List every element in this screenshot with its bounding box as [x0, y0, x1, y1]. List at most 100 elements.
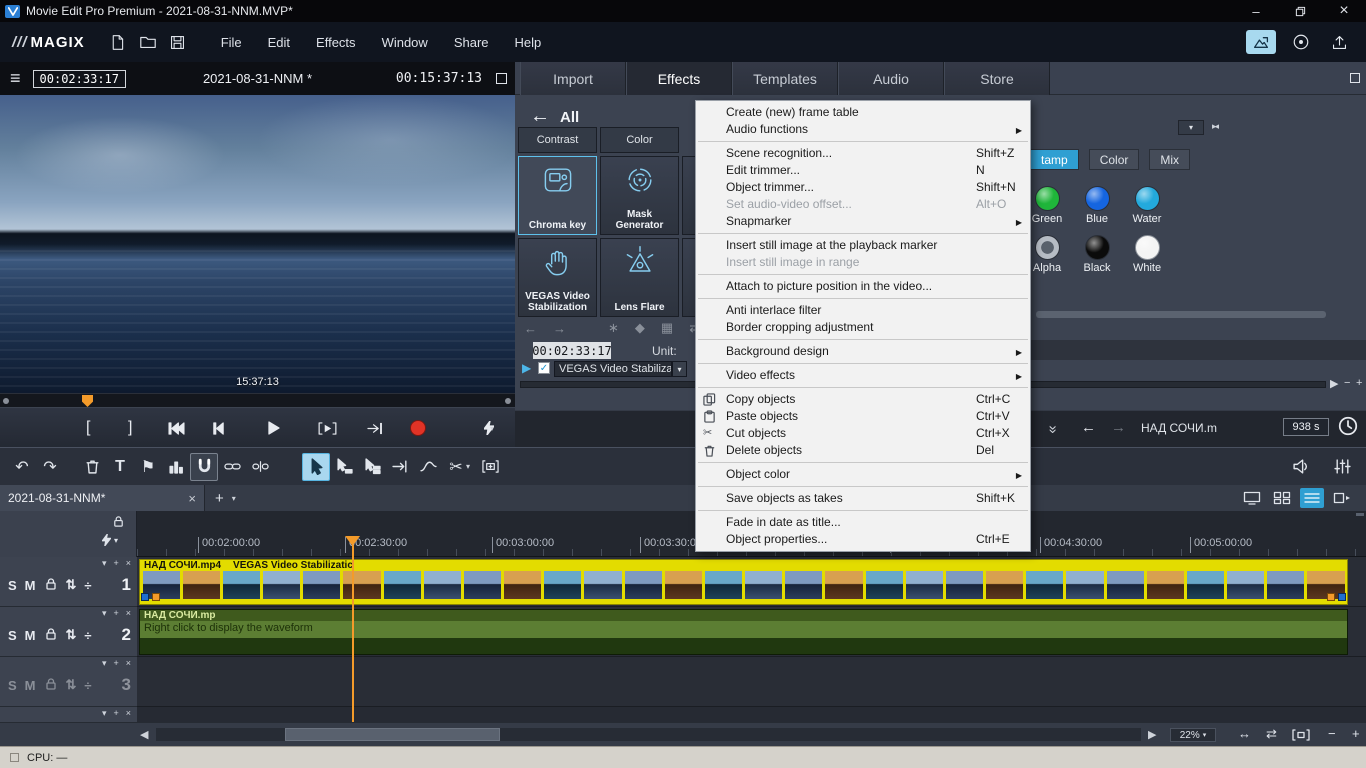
lock-icon[interactable]: [44, 627, 58, 644]
track-add-button[interactable]: +: [113, 708, 118, 719]
menu-item-snapmarker[interactable]: Snapmarker▶: [696, 213, 1030, 230]
menu-item-save-objects-as-takes[interactable]: Save objects as takesShift+K: [696, 490, 1030, 507]
double-chevron-down-icon[interactable]: «: [1044, 425, 1061, 433]
snap-button[interactable]: [190, 453, 218, 481]
category-color[interactable]: Color: [600, 127, 679, 153]
menu-item-paste-objects[interactable]: Paste objectsCtrl+V: [696, 408, 1030, 425]
redo-button[interactable]: ↷: [36, 453, 64, 481]
record-center-button[interactable]: [1288, 30, 1314, 54]
track-collapse-button[interactable]: ▾: [102, 708, 107, 719]
menu-item-cut-objects[interactable]: ✂Cut objectsCtrl+X: [696, 425, 1030, 442]
solo-button[interactable]: S: [8, 678, 17, 693]
fx-next-icon[interactable]: →: [553, 321, 566, 336]
new-project-tab-button[interactable]: +: [215, 490, 224, 507]
swatch-blue[interactable]: Blue: [1072, 186, 1122, 235]
menu-item-scene-recognition[interactable]: Scene recognition...Shift+Z: [696, 145, 1030, 162]
mouse-mode-single-button[interactable]: [330, 453, 358, 481]
scroll-left-button[interactable]: ◀: [140, 728, 148, 741]
play-button[interactable]: [266, 408, 280, 448]
menu-item-object-trimmer[interactable]: Object trimmer...Shift+N: [696, 179, 1030, 196]
zoom-horizontal-icon[interactable]: ↔: [1238, 726, 1251, 741]
apply-effect-icon[interactable]: ▶: [522, 361, 531, 375]
split-dropdown-icon[interactable]: ▾: [466, 462, 470, 471]
close-button[interactable]: ×: [1322, 0, 1366, 22]
track-add-button[interactable]: +: [113, 608, 118, 619]
save-project-icon[interactable]: [163, 29, 193, 55]
track-close-button[interactable]: ×: [126, 708, 131, 719]
clip-handle-right[interactable]: [1338, 593, 1346, 601]
scrub-position-marker[interactable]: [82, 395, 93, 407]
group-button[interactable]: [218, 453, 246, 481]
zoom-fit-icon[interactable]: [1292, 729, 1310, 744]
track-height-button[interactable]: ⇅: [66, 677, 77, 693]
undo-button[interactable]: ↶: [8, 453, 36, 481]
scrollbar-thumb[interactable]: [285, 728, 500, 741]
export-share-button[interactable]: [1246, 30, 1276, 54]
clip-handle-right-2[interactable]: [1327, 593, 1335, 601]
audio-meter-button[interactable]: [162, 453, 190, 481]
title-editor-button[interactable]: T: [106, 453, 134, 481]
effects-timecode[interactable]: 00:02:33:17: [533, 342, 611, 359]
audio-volume-button[interactable]: [1286, 453, 1314, 481]
mark-out-button[interactable]: ]: [128, 408, 132, 448]
scroll-right-button[interactable]: ▶: [1148, 728, 1156, 741]
menu-item-copy-objects[interactable]: Copy objectsCtrl+C: [696, 391, 1030, 408]
pool-zoom-in-icon[interactable]: +: [1356, 377, 1362, 389]
menu-help[interactable]: Help: [515, 35, 542, 50]
track-close-button[interactable]: ×: [126, 658, 131, 669]
track-collapse-button[interactable]: ▾: [102, 658, 107, 669]
menu-item-object-properties[interactable]: Object properties...Ctrl+E: [696, 531, 1030, 548]
track-close-button[interactable]: ×: [126, 608, 131, 619]
track-height-button[interactable]: ⇅: [66, 577, 77, 593]
jump-start-button[interactable]: [168, 408, 185, 448]
tab-audio[interactable]: Audio: [838, 62, 944, 95]
menu-item-create-new-frame-table[interactable]: Create (new) frame table: [696, 104, 1030, 121]
track-add-button[interactable]: +: [113, 658, 118, 669]
mouse-mode-stretch-button[interactable]: [386, 453, 414, 481]
record-button[interactable]: [410, 408, 426, 448]
zoom-level-chip[interactable]: 22%▾: [1170, 728, 1216, 742]
swatch-white[interactable]: White: [1122, 235, 1172, 284]
preview-scrub-bar[interactable]: [0, 393, 515, 407]
menu-item-fade-in-date-as-title[interactable]: Fade in date as title...: [696, 514, 1030, 531]
mark-in-button[interactable]: [: [86, 408, 90, 448]
menu-share[interactable]: Share: [454, 35, 489, 50]
menu-item-delete-objects[interactable]: Delete objectsDel: [696, 442, 1030, 459]
timeline-vscroll-thumb[interactable]: [1356, 513, 1364, 516]
track-add-button[interactable]: +: [113, 558, 118, 569]
menu-item-attach-to-picture-position-in-the-video[interactable]: Attach to picture position in the video.…: [696, 278, 1030, 295]
view-timeline-icon[interactable]: [1300, 488, 1324, 508]
collapse-panel-icon[interactable]: ▸◂: [1212, 121, 1217, 132]
track-collapse-button[interactable]: ▾: [102, 558, 107, 569]
right-panel-dropdown[interactable]: ▾: [1178, 120, 1204, 135]
tab-templates[interactable]: Templates: [732, 62, 838, 95]
panel-menu-icon[interactable]: [1350, 73, 1360, 83]
fx-star-icon[interactable]: ∗: [608, 320, 619, 336]
zoom-out-button[interactable]: −: [1328, 726, 1336, 741]
menu-file[interactable]: File: [221, 35, 242, 50]
project-tab-list-icon[interactable]: ▾: [232, 494, 236, 503]
hamburger-icon[interactable]: ≡: [10, 68, 21, 89]
quick-action-bolt-button[interactable]: ▾: [484, 408, 494, 448]
zoom-swap-icon[interactable]: ⇄: [1266, 726, 1277, 742]
mute-button[interactable]: M: [25, 678, 36, 693]
minimize-button[interactable]: –: [1234, 0, 1278, 22]
tab-store[interactable]: Store: [944, 62, 1050, 95]
insert-mode-button[interactable]: [476, 453, 504, 481]
previous-frame-button[interactable]: [212, 408, 225, 448]
track-height-button[interactable]: ⇅: [66, 627, 77, 643]
solo-button[interactable]: S: [8, 628, 17, 643]
upload-button[interactable]: [1326, 30, 1352, 54]
view-monitor-icon[interactable]: [1240, 488, 1264, 508]
swatch-black[interactable]: Black: [1072, 235, 1122, 284]
clip-handle-left[interactable]: [141, 593, 149, 601]
video-clip[interactable]: НАД СОЧИ.mp4 VEGAS Video Stabilizatic: [139, 559, 1348, 605]
track-curve-button[interactable]: ÷: [84, 628, 91, 643]
chapter-marker-button[interactable]: ⚑: [134, 453, 162, 481]
menu-item-background-design[interactable]: Background design▶: [696, 343, 1030, 360]
lock-icon[interactable]: [44, 677, 58, 694]
view-grid-icon[interactable]: [1270, 488, 1294, 508]
zoom-in-button[interactable]: +: [1352, 726, 1360, 741]
menu-item-insert-still-image-at-the-playback-marker[interactable]: Insert still image at the playback marke…: [696, 237, 1030, 254]
ungroup-button[interactable]: [246, 453, 274, 481]
